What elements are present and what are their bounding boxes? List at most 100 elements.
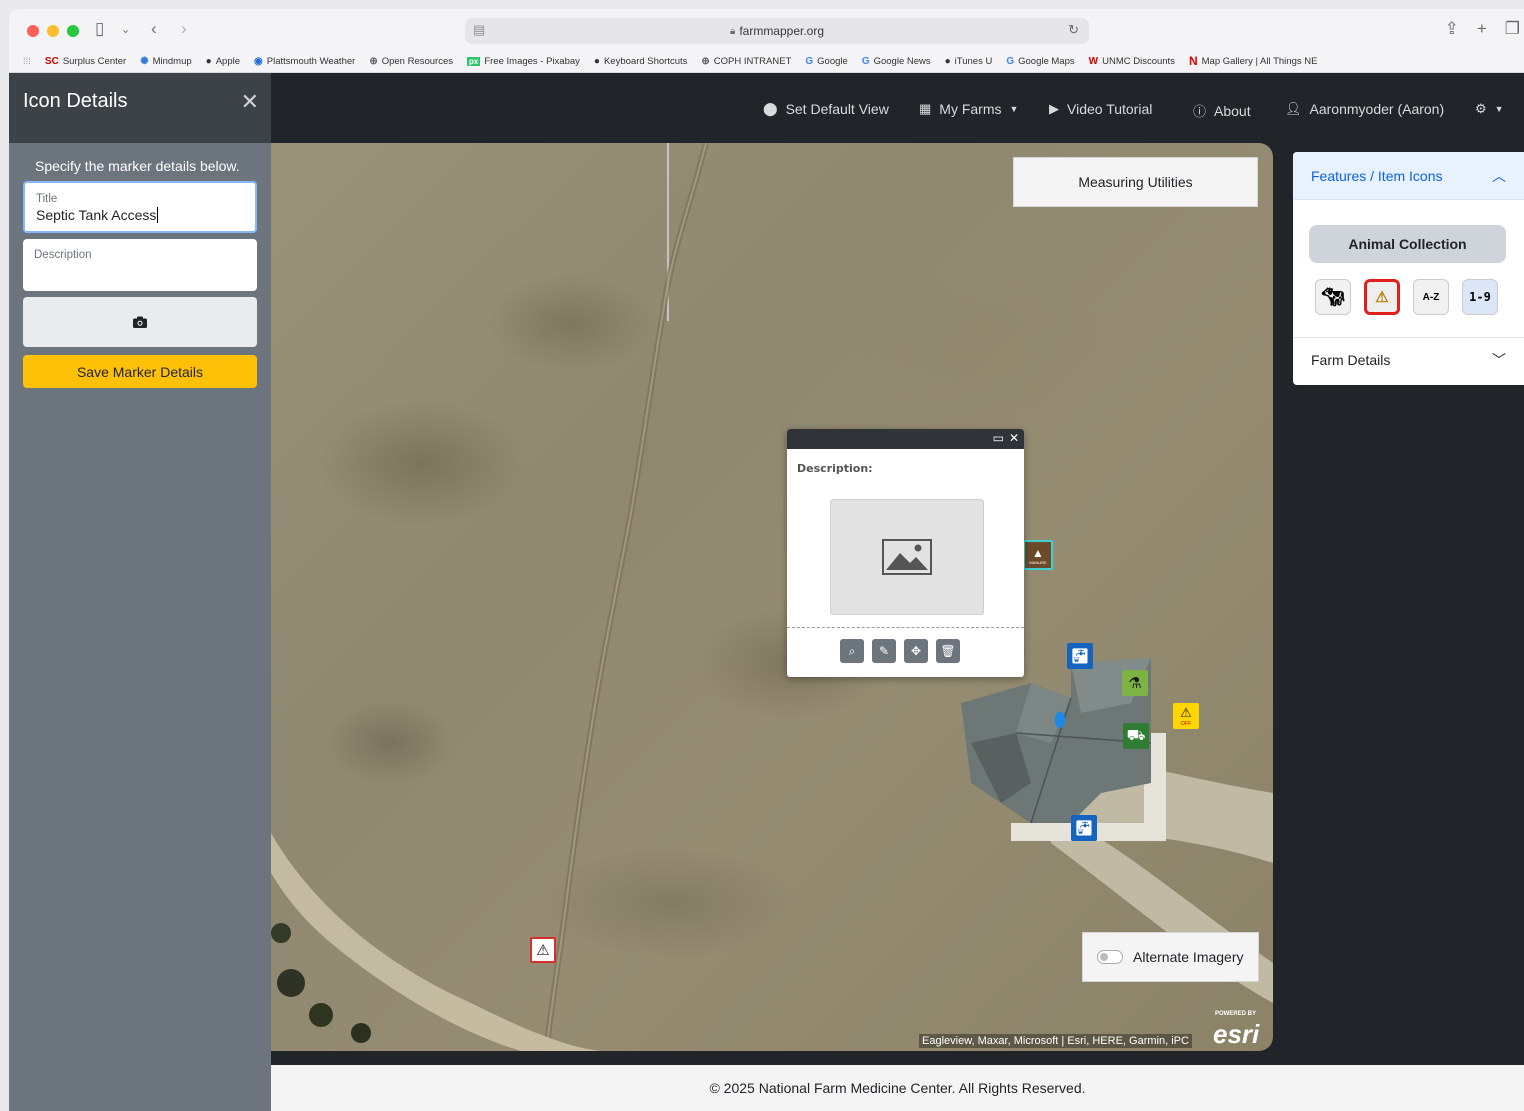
- minimize-window-button[interactable]: [47, 25, 59, 37]
- user-menu[interactable]: 👤︎ Aaronmyoder (Aaron): [1285, 101, 1444, 117]
- set-default-view-link[interactable]: ⬤ Set Default View: [763, 101, 889, 117]
- marker-popup: ▭ ✕ Description: ⌕ ✎ ✥ 🗑︎: [787, 429, 1024, 677]
- features-accordion-header[interactable]: Features / Item Icons ︿: [1293, 152, 1524, 200]
- satellite-map[interactable]: Measuring Utilities ▲ MANURE 🚰︎ ⚗ ⚠ OFF ⬮ …: [271, 143, 1273, 1051]
- browser-chrome: ▯ ⌄ ‹ › ▤ 🔒︎ farmmapper.org ↻ ⇪ + ❐ ⁞⁞⁞ …: [9, 9, 1524, 73]
- popup-divider: [787, 627, 1024, 628]
- bookmark-item[interactable]: ● iTunes U: [945, 56, 993, 67]
- bookmark-item[interactable]: ⊕ COPH INTRANET: [701, 56, 791, 67]
- map-pin-icon: ⬤: [763, 101, 778, 116]
- farm-map-icon: ▦: [919, 101, 932, 116]
- maximize-icon[interactable]: ▭: [993, 431, 1004, 445]
- hazard-off-marker[interactable]: ⚠ OFF: [1173, 703, 1199, 729]
- close-icon[interactable]: ✕: [1009, 431, 1019, 445]
- faucet-icon: 🚰︎: [1070, 648, 1090, 665]
- animal-icon: 🐄︎: [1321, 286, 1345, 307]
- bookmark-item[interactable]: ● Apple: [206, 56, 240, 67]
- animal-category-button[interactable]: 🐄︎: [1315, 279, 1351, 315]
- bookmark-item[interactable]: W UNMC Discounts: [1089, 56, 1175, 67]
- bookmark-item[interactable]: G Google Maps: [1006, 56, 1074, 67]
- bookmark-item[interactable]: ⊕ Open Resources: [369, 56, 453, 67]
- google-icon: G: [861, 55, 870, 67]
- window-controls: [27, 25, 79, 37]
- hazard-category-button[interactable]: ⚠: [1364, 279, 1400, 315]
- bookmarks-bar: ⁞⁞⁞ SC Surplus Center ✺ Mindmup ● Apple ◉ Pl…: [9, 51, 1524, 71]
- zoom-to-icon[interactable]: ⌕: [840, 639, 864, 663]
- map-attribution: Eagleview, Maxar, Microsoft | Esri, HERE…: [919, 1034, 1192, 1048]
- farm-details-accordion[interactable]: Farm Details: [1311, 352, 1390, 368]
- sidebar-toggle-icon[interactable]: ▯: [95, 19, 104, 39]
- user-icon: 👤︎: [1285, 101, 1302, 116]
- terrain-layer: [271, 143, 1273, 1051]
- share-icon[interactable]: ⇪: [1445, 19, 1459, 39]
- forward-icon[interactable]: ›: [181, 19, 187, 39]
- chevron-down-icon[interactable]: ⌄: [121, 23, 130, 36]
- about-link[interactable]: ⓘ About: [1193, 101, 1251, 120]
- septic-hazard-marker[interactable]: ⚠: [530, 937, 556, 963]
- new-tab-icon[interactable]: +: [1477, 19, 1487, 39]
- back-icon[interactable]: ‹: [151, 19, 157, 39]
- popup-toolbar: ⌕ ✎ ✥ 🗑︎: [840, 639, 960, 663]
- alternate-imagery-toggle[interactable]: [1097, 950, 1123, 964]
- alternate-imagery-control[interactable]: Alternate Imagery: [1082, 932, 1259, 982]
- video-tutorial-link[interactable]: ▶ Video Tutorial: [1049, 101, 1152, 117]
- bookmark-item[interactable]: G Google News: [862, 56, 931, 67]
- numeric-category-button[interactable]: 1-9: [1462, 279, 1498, 315]
- bookmark-item[interactable]: ◉ Plattsmouth Weather: [254, 56, 355, 67]
- reload-icon[interactable]: ↻: [1068, 22, 1079, 38]
- caret-down-icon: ▼: [1494, 104, 1504, 114]
- globe-icon: ⊕: [369, 55, 378, 67]
- apple-icon: ●: [944, 55, 951, 67]
- settings-dropdown[interactable]: ⚙ ▼: [1475, 101, 1504, 117]
- location-pin-marker[interactable]: ⬮: [1051, 707, 1069, 733]
- url-text: farmmapper.org: [739, 24, 825, 38]
- add-photo-button[interactable]: [23, 297, 257, 347]
- description-label: Description: [34, 249, 92, 261]
- description-field[interactable]: Description: [23, 239, 257, 291]
- bookmark-item[interactable]: N Map Gallery | All Things NE: [1189, 54, 1317, 68]
- caret-down-icon: ▼: [1009, 104, 1019, 114]
- icon-details-panel: Icon Details ✕ Specify the marker detail…: [9, 73, 271, 1111]
- water-tap-marker[interactable]: 🚰︎: [1067, 643, 1093, 669]
- manure-marker[interactable]: ▲ MANURE: [1023, 540, 1053, 570]
- tab-overview-icon[interactable]: ❐: [1505, 19, 1520, 39]
- edit-icon[interactable]: ✎: [872, 639, 896, 663]
- panel-divider: [1293, 337, 1524, 338]
- apple-icon: ●: [205, 55, 212, 67]
- faucet-icon: 🚰︎: [1074, 820, 1094, 837]
- bookmark-item[interactable]: SC Surplus Center: [45, 56, 126, 67]
- bookmark-item[interactable]: px Free Images - Pixabay: [467, 56, 580, 67]
- close-window-button[interactable]: [27, 25, 39, 37]
- address-bar[interactable]: ▤ 🔒︎ farmmapper.org ↻: [465, 18, 1089, 44]
- chemical-marker[interactable]: ⚗: [1122, 670, 1148, 696]
- bookmark-item[interactable]: G Google: [805, 56, 847, 67]
- google-icon: G: [1006, 55, 1015, 67]
- page-footer: © 2025 National Farm Medicine Center. Al…: [271, 1065, 1524, 1111]
- alpha-category-button[interactable]: A-Z: [1413, 279, 1449, 315]
- zoom-window-button[interactable]: [67, 25, 79, 37]
- tractor-marker[interactable]: ⛟: [1123, 723, 1149, 749]
- title-input[interactable]: Septic Tank Access: [36, 207, 244, 223]
- popup-description-label: Description:: [797, 462, 873, 475]
- esri-logo: POWERED BY esri: [1213, 1011, 1260, 1049]
- bookmark-item[interactable]: ✺ Mindmup: [140, 56, 191, 67]
- chevron-up-icon: ︿: [1492, 168, 1506, 184]
- image-icon: [882, 539, 932, 575]
- trash-icon[interactable]: 🗑︎: [936, 639, 960, 663]
- map-pin-icon: ⬮: [1053, 708, 1067, 731]
- chevron-down-icon[interactable]: ﹀: [1492, 350, 1506, 370]
- water-tap-marker[interactable]: 🚰︎: [1071, 815, 1097, 841]
- warning-icon: ⚠: [1180, 705, 1192, 720]
- apps-grid-icon[interactable]: ⁞⁞⁞: [23, 56, 31, 67]
- save-marker-details-button[interactable]: Save Marker Details: [23, 355, 257, 388]
- close-icon[interactable]: ✕: [241, 89, 259, 115]
- bookmark-item[interactable]: ● Keyboard Shortcuts: [594, 56, 687, 67]
- animal-collection-button[interactable]: Animal Collection: [1309, 225, 1506, 263]
- my-farms-dropdown[interactable]: ▦ My Farms ▼: [919, 101, 1018, 117]
- lock-icon: 🔒︎: [729, 25, 736, 37]
- mindmup-icon: ✺: [140, 55, 149, 67]
- measuring-utilities-button[interactable]: Measuring Utilities: [1013, 157, 1258, 207]
- reader-icon[interactable]: ▤: [473, 22, 485, 38]
- move-icon[interactable]: ✥: [904, 639, 928, 663]
- title-field[interactable]: Title Septic Tank Access: [23, 181, 257, 233]
